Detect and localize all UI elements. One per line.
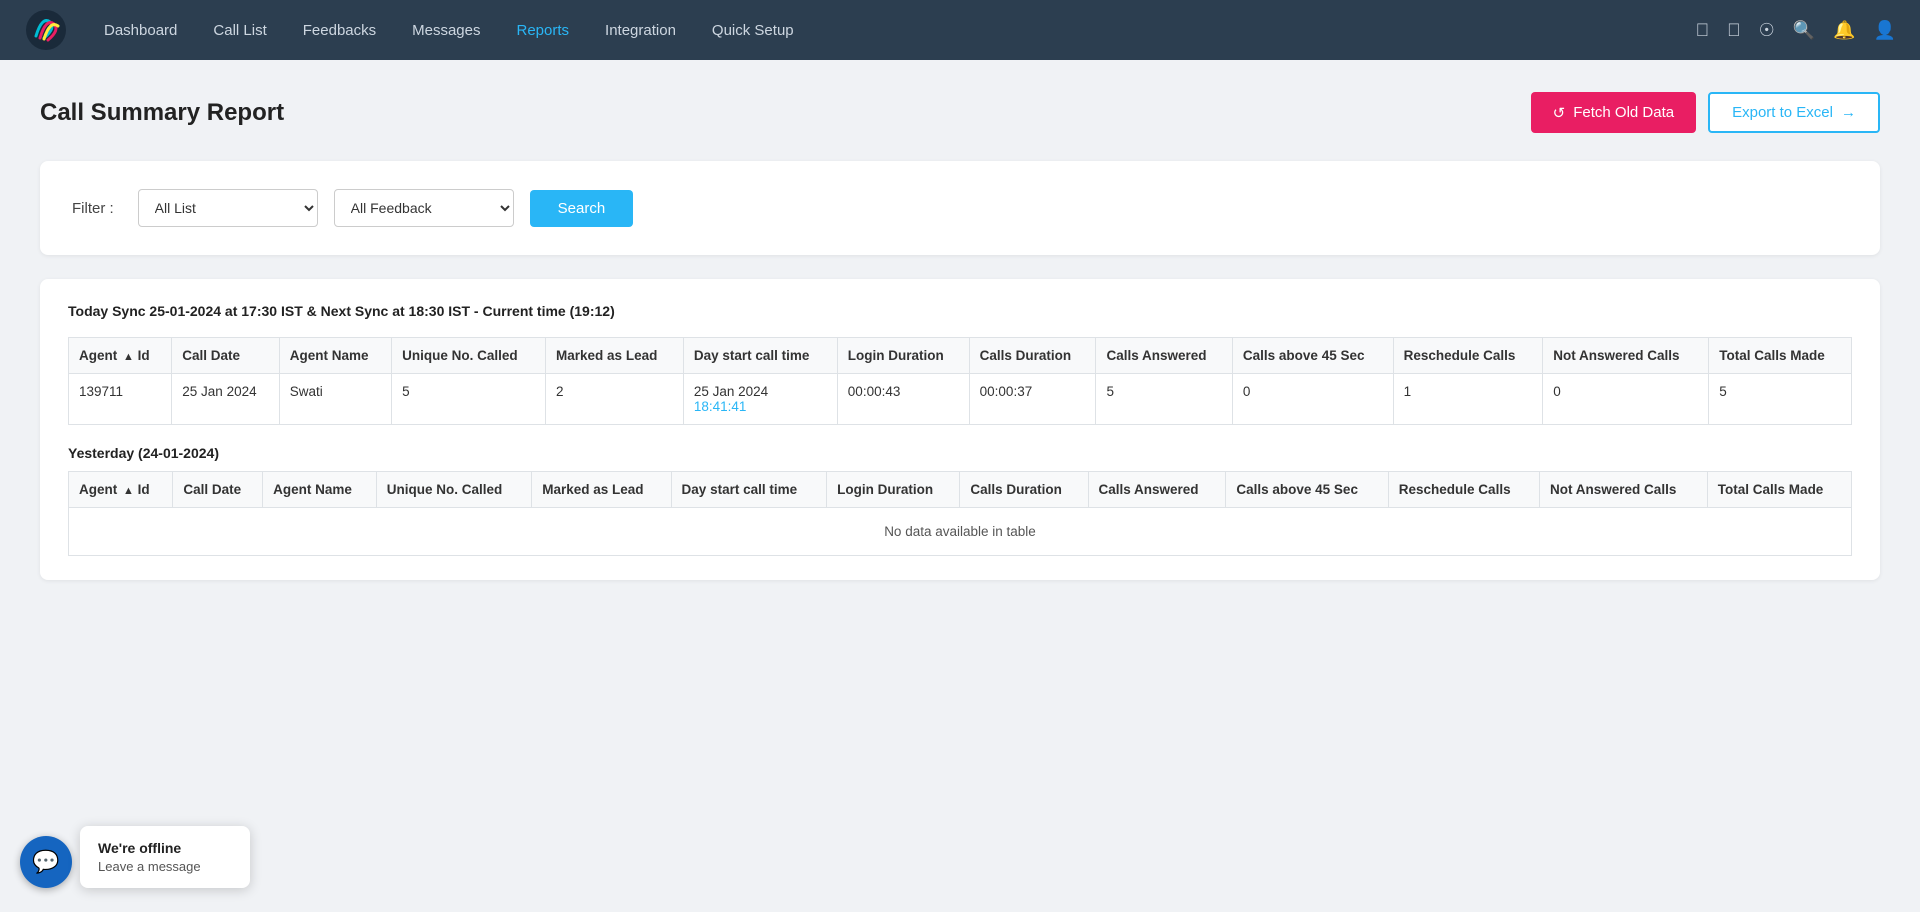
col-unique-no: Unique No. Called	[392, 338, 546, 374]
fetch-label: Fetch Old Data	[1573, 104, 1674, 121]
nav-messages[interactable]: Messages	[396, 14, 496, 47]
cell-agent-id: 139711	[69, 374, 172, 425]
filter-label: Filter :	[72, 200, 114, 217]
ycol-login-duration: Login Duration	[827, 472, 960, 508]
today-table: Agent ▲ Id Call Date Agent Name Unique N…	[68, 337, 1852, 425]
export-to-excel-button[interactable]: Export to Excel →	[1708, 92, 1880, 133]
cell-calls-duration: 00:00:37	[969, 374, 1096, 425]
cell-not-answered: 0	[1543, 374, 1709, 425]
page-header: Call Summary Report ↺ Fetch Old Data Exp…	[40, 92, 1880, 133]
col-reschedule: Reschedule Calls	[1393, 338, 1543, 374]
yesterday-table: Agent ▲ Id Call Date Agent Name Unique N…	[68, 471, 1852, 556]
ycol-total-calls: Total Calls Made	[1707, 472, 1851, 508]
ycol-not-answered: Not Answered Calls	[1540, 472, 1708, 508]
col-marked-lead: Marked as Lead	[546, 338, 684, 374]
ycol-agent-id: Agent ▲ Id	[69, 472, 173, 508]
yesterday-table-head: Agent ▲ Id Call Date Agent Name Unique N…	[69, 472, 1852, 508]
today-table-head: Agent ▲ Id Call Date Agent Name Unique N…	[69, 338, 1852, 374]
search-button[interactable]: Search	[530, 190, 634, 227]
ycol-reschedule: Reschedule Calls	[1388, 472, 1539, 508]
table-row: 139711 25 Jan 2024 Swati 5 2 25 Jan 2024…	[69, 374, 1852, 425]
logo[interactable]	[24, 8, 68, 52]
filter-row: Filter : All List All Feedback Search	[72, 189, 1848, 227]
cell-reschedule: 1	[1393, 374, 1543, 425]
search-icon[interactable]: 🔍	[1793, 20, 1815, 41]
col-not-answered: Not Answered Calls	[1543, 338, 1709, 374]
today-table-body: 139711 25 Jan 2024 Swati 5 2 25 Jan 2024…	[69, 374, 1852, 425]
filter-card: Filter : All List All Feedback Search	[40, 161, 1880, 255]
nav-call-list[interactable]: Call List	[197, 14, 282, 47]
sync-info: Today Sync 25-01-2024 at 17:30 IST & Nex…	[68, 303, 1852, 319]
no-data-row: No data available in table	[69, 508, 1852, 556]
col-calls-above: Calls above 45 Sec	[1232, 338, 1393, 374]
export-label: Export to Excel	[1732, 104, 1833, 121]
cell-marked-lead: 2	[546, 374, 684, 425]
ycol-calls-answered: Calls Answered	[1088, 472, 1226, 508]
no-data-cell: No data available in table	[69, 508, 1852, 556]
apple-icon[interactable]: 	[1727, 20, 1741, 41]
fetch-icon: ↺	[1553, 104, 1566, 122]
ycol-marked-lead: Marked as Lead	[532, 472, 671, 508]
fetch-old-data-button[interactable]: ↺ Fetch Old Data	[1531, 92, 1696, 133]
nav-reports[interactable]: Reports	[501, 14, 586, 47]
android-icon[interactable]: 	[1696, 20, 1710, 41]
ycol-calls-duration: Calls Duration	[960, 472, 1088, 508]
list-filter-select[interactable]: All List	[138, 189, 318, 227]
ycol-agent-name: Agent Name	[263, 472, 377, 508]
header-actions: ↺ Fetch Old Data Export to Excel →	[1531, 92, 1880, 133]
col-agent-id: Agent ▲ Id	[69, 338, 172, 374]
chat-offline-text: We're offline	[98, 840, 232, 856]
ycol-unique-no: Unique No. Called	[376, 472, 532, 508]
page-title: Call Summary Report	[40, 99, 284, 127]
nav-quick-setup[interactable]: Quick Setup	[696, 14, 810, 47]
feedback-filter-select[interactable]: All Feedback	[334, 189, 514, 227]
nav-dashboard[interactable]: Dashboard	[88, 14, 193, 47]
cell-calls-above-45: 0	[1232, 374, 1393, 425]
col-total-calls: Total Calls Made	[1709, 338, 1852, 374]
yesterday-table-body: No data available in table	[69, 508, 1852, 556]
chat-icon: 💬	[32, 849, 59, 875]
col-day-start: Day start call time	[683, 338, 837, 374]
col-call-date: Call Date	[172, 338, 279, 374]
chat-bubble-button[interactable]: 💬	[20, 836, 72, 888]
cell-unique-no: 5	[392, 374, 546, 425]
chat-popup: We're offline Leave a message	[80, 826, 250, 888]
page-content: Call Summary Report ↺ Fetch Old Data Exp…	[0, 60, 1920, 612]
navbar: Dashboard Call List Feedbacks Messages R…	[0, 0, 1920, 60]
ycol-day-start: Day start call time	[671, 472, 827, 508]
ycol-call-date: Call Date	[173, 472, 263, 508]
nav-integration[interactable]: Integration	[589, 14, 692, 47]
chat-widget: 💬 We're offline Leave a message	[20, 826, 250, 888]
nav-icons:   ☉ 🔍 🔔 👤	[1696, 20, 1896, 41]
nav-feedbacks[interactable]: Feedbacks	[287, 14, 392, 47]
help-icon[interactable]: ☉	[1759, 20, 1775, 41]
col-agent-name: Agent Name	[279, 338, 391, 374]
col-login-duration: Login Duration	[837, 338, 969, 374]
day-start-date: 25 Jan 2024	[694, 384, 768, 399]
ycol-calls-above: Calls above 45 Sec	[1226, 472, 1388, 508]
cell-call-date: 25 Jan 2024	[172, 374, 279, 425]
col-calls-duration: Calls Duration	[969, 338, 1096, 374]
nav-links: Dashboard Call List Feedbacks Messages R…	[88, 14, 1696, 47]
chat-leave-message[interactable]: Leave a message	[98, 859, 232, 874]
cell-login-duration: 00:00:43	[837, 374, 969, 425]
user-icon[interactable]: 👤	[1874, 20, 1896, 41]
yesterday-label: Yesterday (24-01-2024)	[68, 445, 1852, 461]
cell-agent-name: Swati	[279, 374, 391, 425]
cell-calls-answered: 5	[1096, 374, 1232, 425]
day-start-time-link[interactable]: 18:41:41	[694, 399, 747, 414]
col-calls-answered: Calls Answered	[1096, 338, 1232, 374]
export-arrow-icon: →	[1841, 104, 1856, 121]
bell-icon[interactable]: 🔔	[1833, 20, 1855, 41]
cell-day-start: 25 Jan 2024 18:41:41	[683, 374, 837, 425]
data-card: Today Sync 25-01-2024 at 17:30 IST & Nex…	[40, 279, 1880, 580]
cell-total-calls: 5	[1709, 374, 1852, 425]
